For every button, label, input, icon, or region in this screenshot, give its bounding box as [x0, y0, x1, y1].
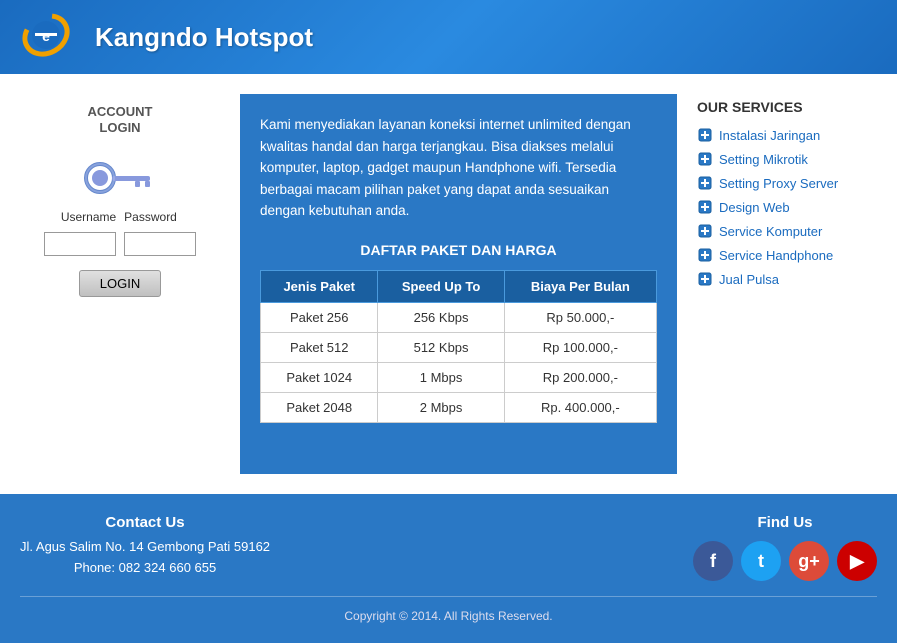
service-plus-icon [697, 151, 713, 167]
key-icon [80, 158, 160, 198]
service-plus-icon [697, 175, 713, 191]
facebook-button[interactable]: f [693, 541, 733, 581]
service-item[interactable]: Service Komputer [697, 223, 877, 239]
table-cell: Paket 1024 [261, 362, 378, 392]
footer-inner: Contact Us Jl. Agus Salim No. 14 Gembong… [20, 514, 877, 581]
center-content: Kami menyediakan layanan koneksi interne… [240, 94, 677, 474]
service-item[interactable]: Jual Pulsa [697, 271, 877, 287]
table-row: Paket 20482 MbpsRp. 400.000,- [261, 392, 657, 422]
username-label: Username [61, 210, 116, 224]
services-title: OUR SERVICES [697, 99, 877, 115]
service-label: Service Komputer [719, 224, 822, 239]
table-cell: Paket 256 [261, 302, 378, 332]
table-header-row: Jenis Paket Speed Up To Biaya Per Bulan [261, 270, 657, 302]
table-cell: 512 Kbps [378, 332, 504, 362]
table-row: Paket 256256 KbpsRp 50.000,- [261, 302, 657, 332]
login-sidebar: ACCOUNT LOGIN Username Pass [20, 94, 220, 474]
service-plus-icon [697, 247, 713, 263]
footer-contact: Contact Us Jl. Agus Salim No. 14 Gembong… [20, 514, 270, 579]
account-login-box: ACCOUNT LOGIN [88, 104, 153, 143]
service-item[interactable]: Setting Proxy Server [697, 175, 877, 191]
table-cell: Paket 512 [261, 332, 378, 362]
footer-findus: Find Us f t g+ ▶ [693, 514, 877, 581]
form-inputs-row [20, 232, 220, 256]
youtube-button[interactable]: ▶ [837, 541, 877, 581]
key-icon-wrapper [80, 158, 160, 198]
footer-copyright: Copyright © 2014. All Rights Reserved. [20, 596, 877, 623]
service-plus-icon [697, 199, 713, 215]
packages-table: Jenis Paket Speed Up To Biaya Per Bulan … [260, 270, 657, 423]
table-cell: 256 Kbps [378, 302, 504, 332]
service-label: Setting Mikrotik [719, 152, 808, 167]
service-plus-icon [697, 271, 713, 287]
service-plus-icon [697, 127, 713, 143]
table-cell: Rp. 400.000,- [504, 392, 656, 422]
intro-text: Kami menyediakan layanan koneksi interne… [260, 114, 657, 222]
table-row: Paket 512512 KbpsRp 100.000,- [261, 332, 657, 362]
service-label: Service Handphone [719, 248, 833, 263]
footer-findus-title: Find Us [693, 514, 877, 531]
site-title: Kangndo Hotspot [95, 22, 313, 53]
twitter-button[interactable]: t [741, 541, 781, 581]
services-list: Instalasi Jaringan Setting Mikrotik Sett… [697, 127, 877, 287]
table-row: Paket 10241 MbpsRp 200.000,- [261, 362, 657, 392]
login-button[interactable]: LOGIN [79, 270, 161, 297]
service-item[interactable]: Instalasi Jaringan [697, 127, 877, 143]
login-form: Username Password LOGIN [20, 210, 220, 297]
password-input[interactable] [124, 232, 196, 256]
packages-title: DAFTAR PAKET DAN HARGA [260, 242, 657, 258]
logo-container: e [20, 12, 80, 62]
service-label: Setting Proxy Server [719, 176, 838, 191]
col-header-speed: Speed Up To [378, 270, 504, 302]
footer-contact-address: Jl. Agus Salim No. 14 Gembong Pati 59162 [20, 537, 270, 558]
social-icons: f t g+ ▶ [693, 541, 877, 581]
service-label: Jual Pulsa [719, 272, 779, 287]
service-item[interactable]: Design Web [697, 199, 877, 215]
table-cell: Rp 100.000,- [504, 332, 656, 362]
header: e Kangndo Hotspot [0, 0, 897, 74]
service-label: Design Web [719, 200, 790, 215]
form-labels-row: Username Password [20, 210, 220, 224]
footer-contact-phone: Phone: 082 324 660 655 [20, 558, 270, 579]
service-plus-icon [697, 223, 713, 239]
googleplus-button[interactable]: g+ [789, 541, 829, 581]
service-item[interactable]: Setting Mikrotik [697, 151, 877, 167]
table-cell: Rp 200.000,- [504, 362, 656, 392]
ie-logo-icon: e [20, 12, 72, 58]
footer-contact-title: Contact Us [20, 514, 270, 531]
table-cell: Rp 50.000,- [504, 302, 656, 332]
username-input[interactable] [44, 232, 116, 256]
table-cell: 1 Mbps [378, 362, 504, 392]
table-cell: 2 Mbps [378, 392, 504, 422]
right-sidebar: OUR SERVICES Instalasi Jaringan Setting … [697, 94, 877, 474]
service-label: Instalasi Jaringan [719, 128, 820, 143]
col-header-package: Jenis Paket [261, 270, 378, 302]
password-label: Password [124, 210, 179, 224]
service-item[interactable]: Service Handphone [697, 247, 877, 263]
footer: Contact Us Jl. Agus Salim No. 14 Gembong… [0, 494, 897, 643]
col-header-price: Biaya Per Bulan [504, 270, 656, 302]
main-wrapper: ACCOUNT LOGIN Username Pass [0, 74, 897, 494]
account-label: ACCOUNT LOGIN [88, 104, 153, 135]
table-cell: Paket 2048 [261, 392, 378, 422]
svg-text:e: e [42, 28, 50, 44]
